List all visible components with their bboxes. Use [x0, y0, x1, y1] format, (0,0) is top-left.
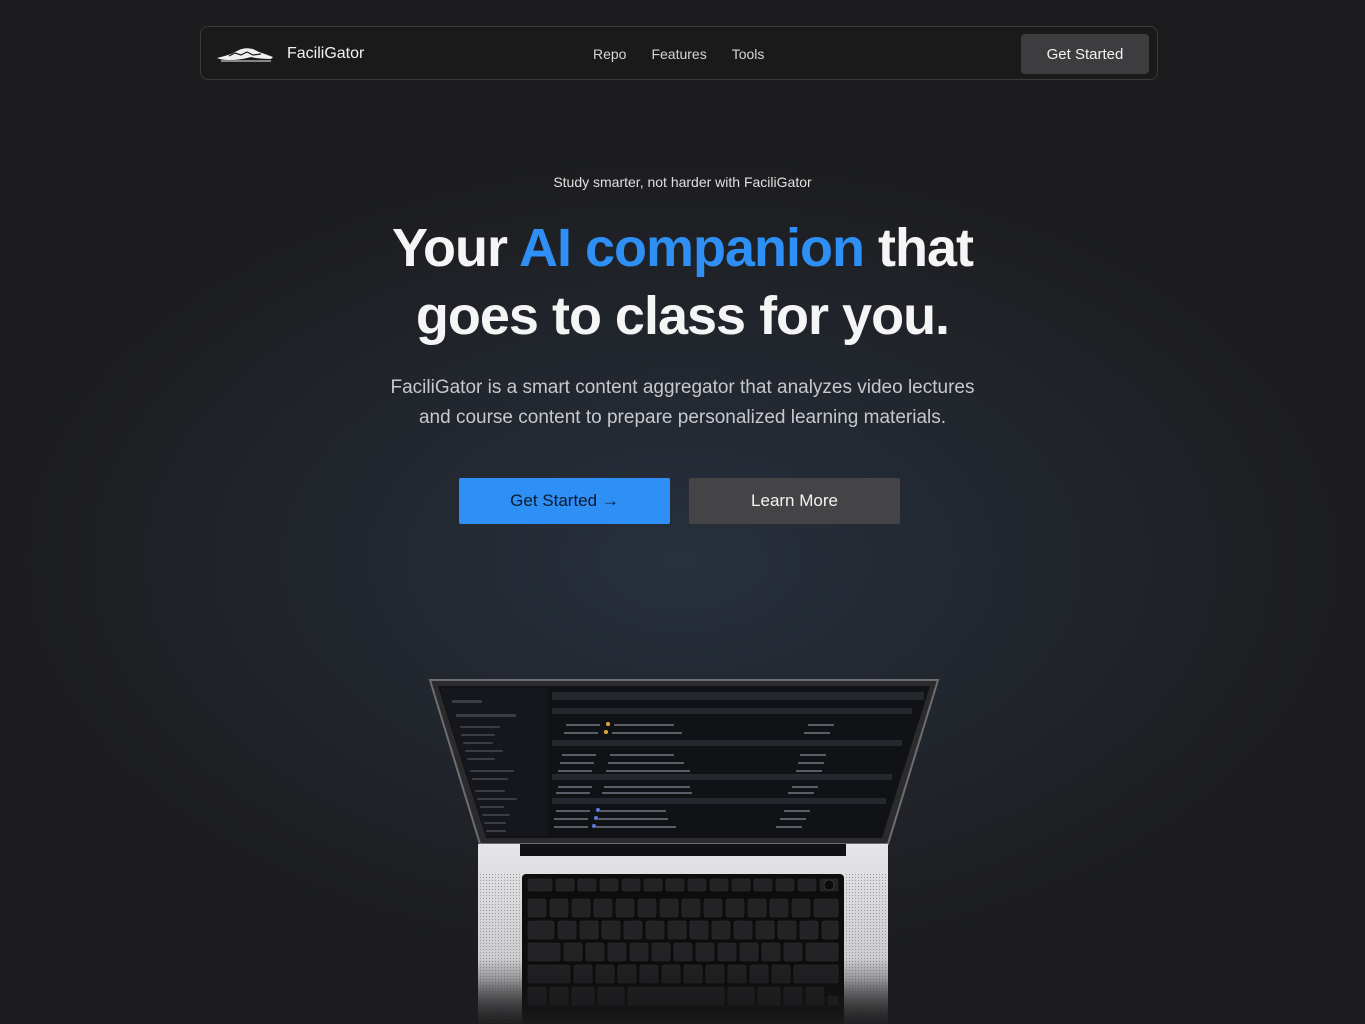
- nav-links: Repo Features Tools: [593, 27, 764, 81]
- brand-name: FaciliGator: [287, 45, 365, 62]
- headline-part2: that: [864, 218, 974, 278]
- hero-description-line1: FaciliGator is a smart content aggregato…: [390, 377, 975, 398]
- headline-accent: AI companion: [518, 218, 865, 278]
- nav-link-tools[interactable]: Tools: [732, 46, 765, 62]
- learn-more-button[interactable]: Learn More: [689, 478, 900, 524]
- nav-link-repo[interactable]: Repo: [593, 46, 626, 62]
- nav-link-features[interactable]: Features: [651, 46, 706, 62]
- brand[interactable]: FaciliGator: [215, 27, 364, 81]
- get-started-button[interactable]: Get Started →: [459, 478, 670, 524]
- hero-description-line2: and course content to prepare personaliz…: [418, 407, 947, 428]
- hero-cta-row: Get Started → Learn More: [459, 478, 900, 524]
- hero-description: FaciliGator is a smart content aggregato…: [0, 373, 1365, 433]
- gator-logo-icon: [217, 48, 273, 62]
- hero-headline: Your AI companion that goes to class for…: [0, 214, 1365, 350]
- headline-part1: Your: [391, 218, 519, 278]
- headline-line2: goes to class for you.: [415, 286, 950, 346]
- landing-page: FaciliGator Repo Features Tools Get Star…: [0, 0, 1365, 1024]
- hero-tagline: Study smarter, not harder with FaciliGat…: [553, 174, 812, 190]
- top-navbar: FaciliGator Repo Features Tools Get Star…: [200, 26, 1158, 80]
- laptop-illustration: [428, 679, 940, 1024]
- nav-get-started-button[interactable]: Get Started: [1021, 34, 1149, 74]
